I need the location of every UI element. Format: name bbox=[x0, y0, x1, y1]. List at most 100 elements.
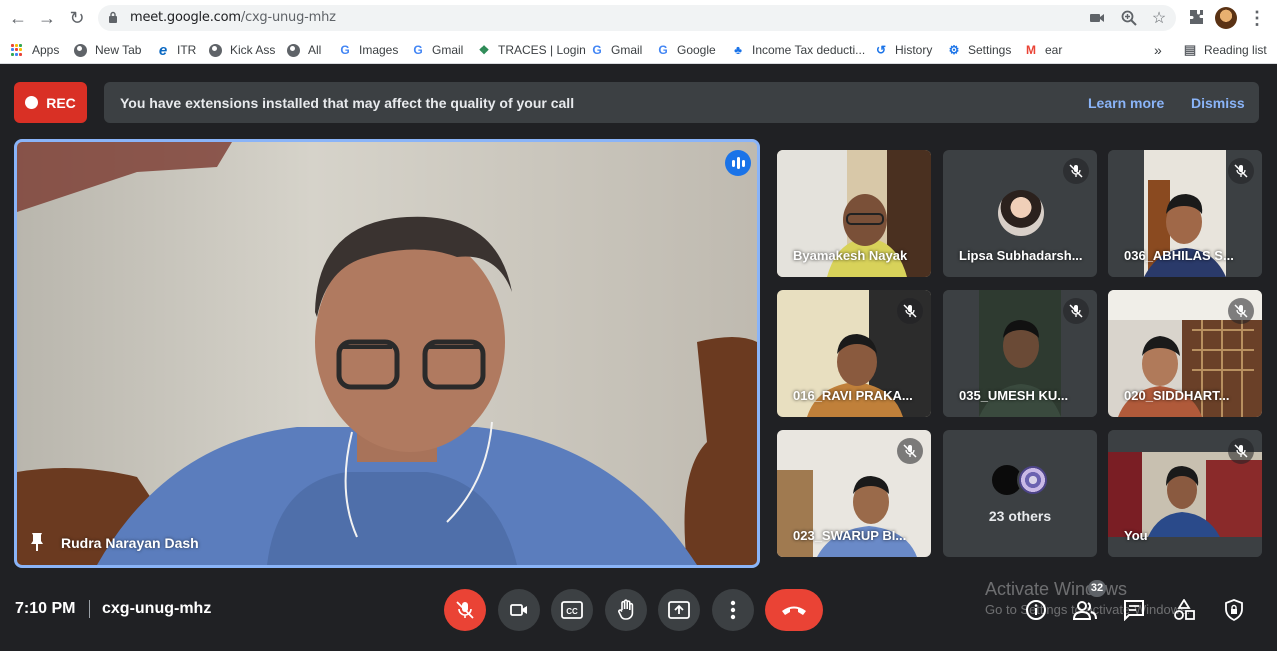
dismiss-button[interactable]: Dismiss bbox=[1191, 95, 1245, 111]
gear-icon: ⚙ bbox=[948, 43, 960, 57]
recording-indicator[interactable]: REC bbox=[14, 82, 87, 123]
rec-label: REC bbox=[46, 94, 76, 111]
bookmark-new-tab[interactable]: New Tab bbox=[74, 41, 141, 59]
pin-icon[interactable] bbox=[29, 532, 45, 552]
gmail-icon: M bbox=[1026, 43, 1036, 57]
address-bar[interactable]: meet.google.com/cxg-unug-mhz ☆ bbox=[98, 5, 1176, 31]
bookmark-label: New Tab bbox=[95, 43, 142, 57]
microphone-toggle-button[interactable] bbox=[444, 589, 486, 631]
bookmark-gmail-2[interactable]: G Gmail bbox=[590, 41, 642, 59]
reload-icon[interactable]: ↻ bbox=[65, 6, 89, 30]
bookmark-history[interactable]: ↺ History bbox=[874, 41, 932, 59]
extensions-warning-banner: You have extensions installed that may a… bbox=[104, 82, 1259, 123]
url-path: /cxg-unug-mhz bbox=[240, 10, 336, 25]
bookmark-ear[interactable]: M ear bbox=[1024, 41, 1062, 59]
forward-arrow-icon[interactable]: → bbox=[35, 6, 59, 30]
video-camera-icon bbox=[510, 604, 527, 616]
bookmark-kick-ass[interactable]: Kick Ass bbox=[209, 41, 275, 59]
participant-tile[interactable]: 036_ABHILAS S... bbox=[1108, 150, 1262, 277]
shield-lock-icon bbox=[1225, 599, 1243, 621]
mic-off-icon bbox=[456, 601, 474, 619]
participant-name: Byamakesh Nayak bbox=[793, 248, 908, 263]
others-tile[interactable]: 23 others bbox=[943, 430, 1097, 557]
google-icon: G bbox=[413, 43, 423, 57]
mic-off-icon bbox=[1228, 298, 1254, 324]
participant-name: 020_SIDDHART... bbox=[1124, 388, 1230, 403]
bookmarks-overflow-button[interactable]: » bbox=[1154, 41, 1162, 59]
browser-toolbar: ← → ↻ meet.google.com/cxg-unug-mhz ☆ ⋮ bbox=[0, 0, 1277, 36]
meeting-code: cxg-unug-mhz bbox=[102, 600, 212, 617]
speaking-indicator-icon bbox=[725, 150, 751, 176]
camera-blocked-icon[interactable] bbox=[1088, 9, 1106, 27]
zoom-icon[interactable] bbox=[1120, 9, 1138, 27]
avatar bbox=[1017, 464, 1049, 496]
bookmark-google[interactable]: G Google bbox=[656, 41, 715, 59]
bookmark-label: TRACES | Login bbox=[498, 43, 586, 57]
captions-button[interactable]: CC bbox=[551, 589, 593, 631]
google-icon: G bbox=[592, 43, 602, 57]
leave-call-button[interactable] bbox=[765, 589, 823, 631]
svg-text:CC: CC bbox=[566, 607, 578, 616]
bookmark-itr[interactable]: e ITR bbox=[156, 41, 197, 59]
participants-button[interactable] bbox=[1072, 597, 1098, 623]
participant-tile[interactable]: Lipsa Subhadarsh... bbox=[943, 150, 1097, 277]
people-icon bbox=[1073, 601, 1097, 620]
chat-icon bbox=[1124, 600, 1144, 621]
camera-toggle-button[interactable] bbox=[498, 589, 540, 631]
bookmark-label: Income Tax deducti... bbox=[752, 43, 866, 57]
learn-more-link[interactable]: Learn more bbox=[1088, 95, 1164, 111]
banner-message: You have extensions installed that may a… bbox=[120, 95, 575, 111]
bookmark-apps[interactable]: Apps bbox=[10, 41, 59, 59]
more-options-button[interactable] bbox=[712, 589, 754, 631]
main-speaker-name: Rudra Narayan Dash bbox=[61, 535, 199, 551]
divider bbox=[89, 600, 90, 618]
bookmark-label: Gmail bbox=[432, 43, 464, 57]
bookmark-star-icon[interactable]: ☆ bbox=[1150, 9, 1168, 27]
participant-name: 023_SWARUP BI... bbox=[793, 528, 907, 543]
participant-tile[interactable]: 035_UMESH KU... bbox=[943, 290, 1097, 417]
globe-icon bbox=[209, 43, 222, 57]
participant-tile[interactable]: 023_SWARUP BI... bbox=[777, 430, 931, 557]
profile-avatar[interactable] bbox=[1215, 7, 1237, 29]
participant-name: 036_ABHILAS S... bbox=[1124, 248, 1234, 263]
others-avatar-stack bbox=[991, 464, 1051, 496]
browser-menu-icon[interactable]: ⋮ bbox=[1245, 6, 1269, 30]
bookmark-traces[interactable]: ❖ TRACES | Login bbox=[477, 41, 586, 59]
mic-off-icon bbox=[1063, 158, 1089, 184]
back-arrow-icon[interactable]: ← bbox=[6, 6, 30, 30]
bookmark-all[interactable]: All bbox=[287, 41, 321, 59]
bookmark-label: All bbox=[308, 43, 322, 57]
others-count-label: 23 others bbox=[988, 508, 1052, 524]
bookmark-settings[interactable]: ⚙ Settings bbox=[947, 41, 1012, 59]
self-tile[interactable]: You bbox=[1108, 430, 1262, 557]
history-icon: ↺ bbox=[875, 43, 887, 57]
extensions-puzzle-icon[interactable] bbox=[1185, 6, 1209, 30]
activities-button[interactable] bbox=[1171, 597, 1197, 623]
chat-button[interactable] bbox=[1121, 597, 1147, 623]
mic-off-icon bbox=[1063, 298, 1089, 324]
more-vertical-icon bbox=[730, 600, 736, 620]
participant-tile[interactable]: 020_SIDDHART... bbox=[1108, 290, 1262, 417]
bookmark-income-tax[interactable]: ♣ Income Tax deducti... bbox=[731, 41, 865, 59]
bookmark-label: Images bbox=[359, 43, 399, 57]
present-screen-button[interactable] bbox=[658, 589, 700, 631]
bookmark-images[interactable]: G Images bbox=[338, 41, 398, 59]
url-text: meet.google.com/cxg-unug-mhz bbox=[130, 10, 336, 25]
participant-tile[interactable]: Byamakesh Nayak bbox=[777, 150, 931, 277]
mic-off-icon bbox=[897, 438, 923, 464]
url-host: meet.google.com bbox=[130, 10, 241, 25]
lock-icon bbox=[109, 11, 117, 23]
raise-hand-button[interactable] bbox=[605, 589, 647, 631]
main-speaker-video[interactable]: Rudra Narayan Dash bbox=[14, 139, 760, 568]
reading-list-button[interactable]: ▤ Reading list bbox=[1183, 41, 1267, 59]
participant-tile[interactable]: 016_RAVI PRAKA... bbox=[777, 290, 931, 417]
bookmark-label: ear bbox=[1045, 43, 1063, 57]
income-tax-icon: ♣ bbox=[734, 43, 742, 57]
participant-name: 035_UMESH KU... bbox=[959, 388, 1069, 403]
google-icon: G bbox=[340, 43, 350, 57]
participant-count-badge: 32 bbox=[1088, 580, 1106, 597]
bookmark-gmail[interactable]: G Gmail bbox=[411, 41, 463, 59]
meeting-details-button[interactable] bbox=[1023, 597, 1049, 623]
google-icon: G bbox=[658, 43, 668, 57]
host-controls-button[interactable] bbox=[1221, 597, 1247, 623]
